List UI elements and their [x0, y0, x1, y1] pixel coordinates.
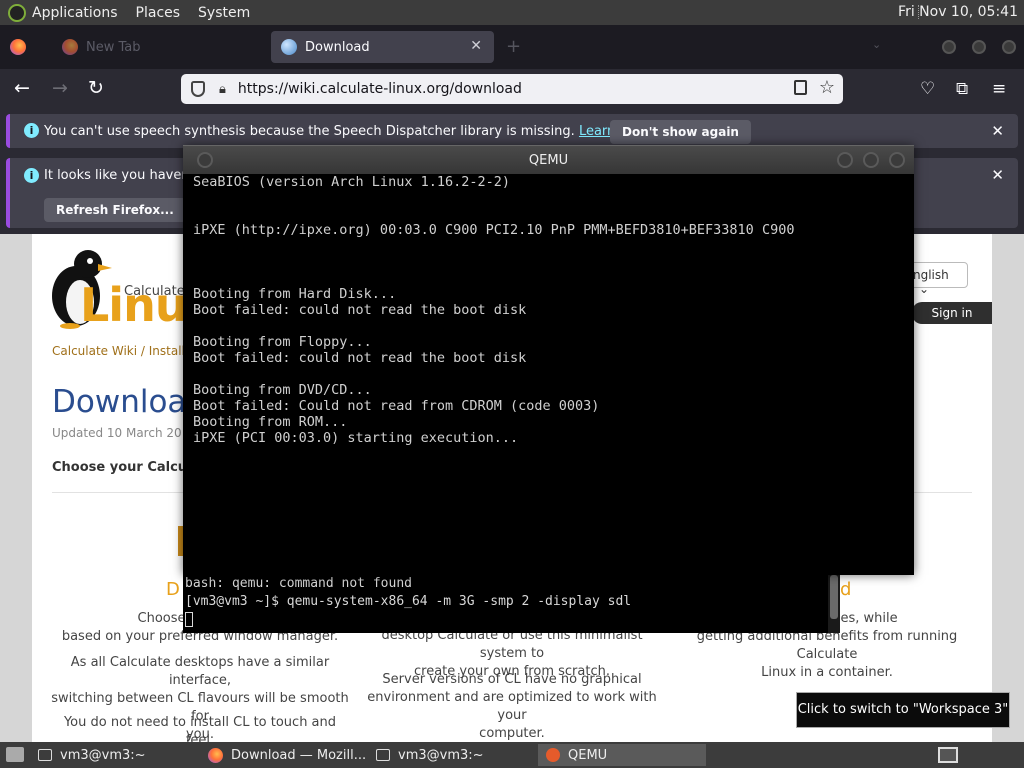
taskbar-item-firefox[interactable]: Download — Mozill...: [200, 744, 368, 766]
firefox-icon: [62, 39, 78, 55]
task-label: vm3@vm3:~: [60, 747, 146, 763]
taskbar-item-qemu[interactable]: QEMU: [538, 744, 706, 766]
terminal-line: bash: qemu: command not found: [185, 576, 412, 591]
speech-notification-bar: i You can't use speech synthesis because…: [6, 114, 1018, 148]
task-label: Download — Mozill...: [231, 747, 367, 763]
qemu-window: QEMU SeaBIOS (version Arch Linux 1.16.2-…: [183, 145, 914, 575]
bottom-taskbar: vm3@vm3:~ Download — Mozill... vm3@vm3:~…: [0, 742, 1024, 768]
url-text[interactable]: https://wiki.calculate-linux.org/downloa…: [238, 81, 522, 97]
tab-download[interactable]: Download ✕: [271, 31, 494, 63]
menu-hamburger-icon[interactable]: ≡: [992, 79, 1006, 99]
info-icon: i: [24, 168, 39, 183]
dont-show-again-button[interactable]: Don't show again: [610, 120, 751, 144]
pocket-icon[interactable]: ♡: [920, 79, 935, 99]
notification-message: You can't use speech synthesis because t…: [44, 124, 653, 139]
qemu-display[interactable]: SeaBIOS (version Arch Linux 1.16.2-2-2) …: [193, 174, 914, 575]
system-menu[interactable]: System: [198, 5, 250, 21]
tab-label: New Tab: [86, 39, 141, 55]
console-line: Boot failed: could not read the boot dis…: [193, 302, 527, 318]
clock[interactable]: Fri Nov 10, 05:41: [898, 4, 1018, 20]
terminal-prompt[interactable]: [183, 611, 840, 629]
lock-icon[interactable]: 🔒︎: [219, 82, 226, 97]
reload-icon[interactable]: ↻: [88, 77, 104, 99]
notification-message: It looks like you haven't: [44, 168, 199, 183]
refresh-firefox-button[interactable]: Refresh Firefox...: [44, 198, 186, 222]
reader-view-icon[interactable]: [794, 80, 807, 95]
close-notification-icon[interactable]: ✕: [991, 122, 1004, 140]
url-bar[interactable]: 🔒︎ https://wiki.calculate-linux.org/down…: [181, 74, 843, 104]
terminal-cursor: [185, 612, 193, 627]
list-tabs-icon[interactable]: ⌄: [872, 38, 881, 51]
maximize-icon[interactable]: [972, 40, 986, 54]
window-menu-icon[interactable]: [197, 152, 213, 168]
console-line: iPXE (http://ipxe.org) 00:03.0 C900 PCI2…: [193, 222, 795, 238]
minimize-icon[interactable]: [942, 40, 956, 54]
console-line: Boot failed: could not read the boot dis…: [193, 350, 527, 366]
task-label: vm3@vm3:~: [398, 747, 484, 763]
console-line: Booting from DVD/CD...: [193, 382, 372, 398]
breadcrumb[interactable]: Calculate Wiki / Installing: [52, 344, 203, 358]
close-notification-icon[interactable]: ✕: [991, 166, 1004, 184]
tracking-protection-shield-icon[interactable]: [191, 81, 205, 97]
nav-toolbar: ← → ↻ 🔒︎ https://wiki.calculate-linux.or…: [0, 69, 1024, 109]
terminal-line: [vm3@vm3 ~]$ qemu-system-x86_64 -m 3G -s…: [185, 594, 632, 609]
terminal-window[interactable]: bash: qemu: command not found [vm3@vm3 ~…: [183, 575, 840, 633]
back-icon[interactable]: ←: [14, 77, 30, 99]
close-tab-icon[interactable]: ✕: [470, 38, 482, 54]
console-line: iPXE (PCI 00:03.0) starting execution...: [193, 430, 519, 446]
tab-label: Download: [305, 39, 370, 55]
section-heading-left: D: [166, 579, 180, 600]
firefox-view-icon[interactable]: [10, 39, 26, 55]
new-tab-button[interactable]: +: [506, 36, 521, 57]
close-window-icon[interactable]: [1002, 40, 1016, 54]
updated-date: Updated 10 March 20: [52, 426, 182, 440]
workspace-tooltip: Click to switch to "Workspace 3": [796, 692, 1010, 728]
forward-icon[interactable]: →: [52, 77, 68, 99]
console-line: Booting from Floppy...: [193, 334, 372, 350]
places-menu[interactable]: Places: [136, 5, 181, 21]
console-line: SeaBIOS (version Arch Linux 1.16.2-2-2): [193, 174, 510, 190]
distro-logo-icon[interactable]: [8, 3, 26, 22]
applications-menu[interactable]: Applications: [32, 5, 118, 21]
qemu-titlebar[interactable]: QEMU: [183, 145, 914, 174]
scrollbar-thumb[interactable]: [830, 575, 838, 619]
terminal-scrollbar[interactable]: [828, 575, 840, 633]
choose-heading: Choose your Calcula: [52, 460, 201, 475]
workspace-switcher-button[interactable]: [938, 747, 958, 763]
taskbar-item-terminal-1[interactable]: vm3@vm3:~: [30, 744, 200, 766]
taskbar-item-terminal-2[interactable]: vm3@vm3:~: [368, 744, 538, 766]
site-favicon-icon: [281, 39, 297, 55]
top-panel: Applications Places System Fri Nov 10, 0…: [0, 0, 1024, 25]
show-desktop-icon[interactable]: [6, 747, 24, 762]
tab-strip: New Tab Download ✕ + ⌄: [0, 25, 1024, 69]
terminal-icon: [376, 749, 390, 761]
close-window-icon[interactable]: [889, 152, 905, 168]
console-line: Booting from ROM...: [193, 414, 348, 430]
sign-in-button[interactable]: Sign in: [912, 302, 992, 324]
minimize-icon[interactable]: [837, 152, 853, 168]
terminal-icon: [38, 749, 52, 761]
column-2-paragraph-2: Server versions of CL have no graphical …: [367, 672, 657, 741]
maximize-icon[interactable]: [863, 152, 879, 168]
qemu-window-title: QEMU: [528, 153, 569, 168]
bookmark-star-icon[interactable]: ☆: [819, 77, 835, 98]
section-heading-right: d: [840, 579, 852, 600]
tab-new-tab[interactable]: New Tab: [52, 31, 262, 63]
info-icon: i: [24, 123, 39, 138]
console-line: Booting from Hard Disk...: [193, 286, 397, 302]
qemu-icon: [546, 748, 560, 762]
task-label: QEMU: [568, 747, 608, 763]
firefox-icon: [208, 747, 223, 763]
console-line: Boot failed: Could not read from CDROM (…: [193, 398, 600, 414]
extensions-icon[interactable]: ⧉: [956, 79, 968, 99]
